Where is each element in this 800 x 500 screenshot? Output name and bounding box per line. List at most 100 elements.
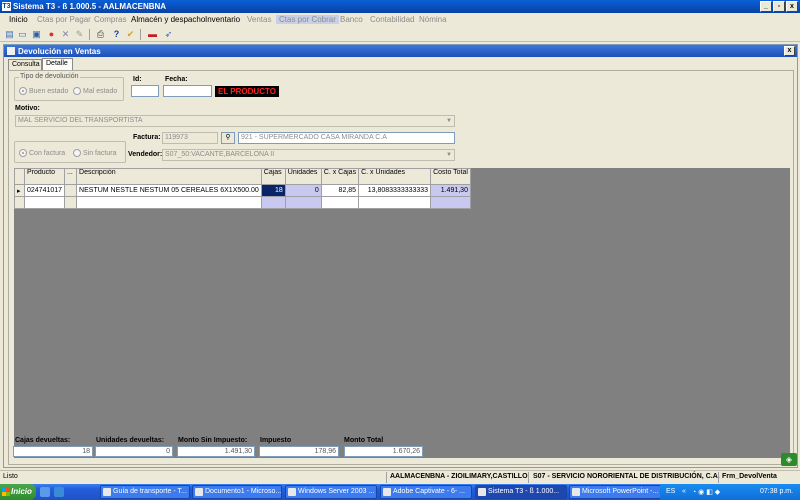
clock[interactable]: 07:38 p.m.	[760, 488, 793, 495]
table-row[interactable]: ▸ 024741017 NESTUM NESTLE NESTUM 05 CERE…	[14, 184, 471, 197]
menu-nomina[interactable]: Nómina	[419, 15, 447, 24]
radio-con-factura[interactable]: Con factura	[19, 149, 65, 157]
col-c-unidades[interactable]: C. x Unidades	[358, 168, 432, 185]
grid-corner	[14, 168, 25, 185]
status-bar: Listo AALMACENBNA - ZIOILIMARY,CASTILLO …	[0, 470, 800, 483]
app-icon: T3	[2, 2, 11, 11]
factura-input[interactable]: 119973	[162, 132, 218, 144]
col-costo-total[interactable]: Costo Total	[430, 168, 471, 185]
start-label: Inicio	[11, 487, 32, 496]
tray-icons[interactable]: ◔ ◉ ◧ ◆	[692, 488, 720, 496]
table-row[interactable]	[14, 196, 471, 209]
cell-producto[interactable]: 024741017	[23, 184, 66, 197]
impuesto-value: 178,96	[259, 446, 339, 457]
cell-producto[interactable]	[23, 196, 66, 209]
menu-contabilidad[interactable]: Contabilidad	[370, 15, 414, 24]
menu-compras[interactable]: Compras	[94, 15, 126, 24]
dash-icon[interactable]: ▬	[147, 29, 158, 40]
binoculars-icon[interactable]: ⚲	[221, 132, 235, 144]
vendedor-value: S07_50:VACANTE,BARCELONA II	[165, 151, 275, 158]
cell-c-cajas[interactable]: 82,85	[320, 184, 360, 197]
vendedor-select[interactable]: S07_50:VACANTE,BARCELONA II ▼	[162, 149, 455, 161]
delete-icon[interactable]: ✕	[60, 29, 71, 40]
menu-inventario[interactable]: Inventario	[205, 15, 240, 24]
row-marker: ▸	[14, 184, 25, 197]
col-producto[interactable]: Producto	[23, 168, 66, 185]
detail-grid-area: Producto ... Descripción Cajas Unidades …	[14, 168, 790, 458]
rocket-icon[interactable]: ➶	[163, 29, 174, 40]
chevron-down-icon[interactable]: ▼	[445, 151, 453, 159]
window-title: Sistema T3 - ß 1.000.5 - AALMACENBNA	[13, 2, 167, 11]
cliente-input[interactable]: 921 - SUPERMERCADO CASA MIRANDA C.A	[238, 132, 455, 144]
record-icon[interactable]: ●	[46, 29, 57, 40]
radio-mal-estado[interactable]: Mal estado	[73, 87, 117, 95]
col-cajas[interactable]: Cajas	[260, 168, 286, 185]
print-icon[interactable]: ⎙	[95, 29, 106, 40]
task-windows-server[interactable]: Windows Server 2003 ...	[285, 485, 377, 499]
cell-cajas[interactable]: 18	[260, 184, 286, 197]
ie-icon[interactable]	[54, 487, 64, 497]
status-text: Listo	[3, 473, 18, 480]
cell-descripcion[interactable]	[76, 196, 262, 209]
col-c-cajas[interactable]: C. x Cajas	[320, 168, 360, 185]
task-documento1[interactable]: Documento1 - Microso...	[192, 485, 282, 499]
tray-expand-icon[interactable]: «	[682, 488, 686, 495]
cell-c-unidades[interactable]	[358, 196, 432, 209]
cell-unidades[interactable]	[284, 196, 322, 209]
lookup-button[interactable]	[64, 196, 78, 209]
unidades-devueltas-label: Unidades devueltas:	[96, 437, 165, 444]
help-icon[interactable]: ?	[111, 29, 122, 40]
new-doc-icon[interactable]: ▤	[4, 29, 15, 40]
menu-ctas-por-cobrar[interactable]: Ctas por Cobrar	[276, 15, 339, 24]
edit-icon[interactable]: ✎	[74, 29, 85, 40]
cell-unidades[interactable]: 0	[284, 184, 322, 197]
col-unidades[interactable]: Unidades	[284, 168, 322, 185]
fecha-input[interactable]	[163, 85, 212, 97]
chevron-down-icon[interactable]: ▼	[445, 117, 453, 125]
tab-detalle[interactable]: Detalle	[42, 58, 73, 70]
show-desktop-icon[interactable]	[40, 487, 50, 497]
cell-c-cajas[interactable]	[320, 196, 360, 209]
radio-label: Con factura	[29, 149, 66, 157]
child-titlebar: Devolución en Ventas x	[4, 45, 797, 57]
alert-label: EL PRODUCTO	[215, 86, 279, 97]
cajas-devueltas-label: Cajas devueltas:	[15, 437, 71, 444]
col-descripcion[interactable]: Descripción	[76, 168, 262, 185]
motivo-select[interactable]: MAL SERVICIO DEL TRANSPORTISTA ▼	[15, 115, 455, 127]
child-close-button[interactable]: x	[784, 46, 795, 56]
system-tray: ES « ◔ ◉ ◧ ◆ 07:38 p.m.	[660, 484, 800, 500]
open-icon[interactable]: ▭	[17, 29, 28, 40]
tab-consulta[interactable]: Consulta	[8, 59, 42, 70]
menu-ventas[interactable]: Ventas	[247, 15, 271, 24]
devolucion-window: Devolución en Ventas x Consulta Detalle …	[3, 44, 798, 468]
lookup-button[interactable]	[64, 184, 78, 197]
minimize-button[interactable]: _	[760, 1, 772, 12]
save-icon[interactable]: ▣	[31, 29, 42, 40]
cell-c-unidades[interactable]: 13,8083333333333	[358, 184, 432, 197]
close-button[interactable]: x	[786, 1, 798, 12]
radio-sin-factura[interactable]: Sin factura	[73, 149, 116, 157]
filter-icon[interactable]: ✔	[125, 29, 136, 40]
task-icon	[195, 488, 203, 496]
language-indicator[interactable]: ES	[666, 488, 675, 495]
cell-cajas[interactable]	[260, 196, 286, 209]
cell-costo-total[interactable]	[430, 196, 471, 209]
col-lookup[interactable]: ...	[64, 168, 78, 185]
task-powerpoint[interactable]: Microsoft PowerPoint -...	[569, 485, 661, 499]
start-button[interactable]: Inicio	[0, 484, 36, 500]
task-adobe-captivate[interactable]: Adobe Captivate - 6- ...	[380, 485, 472, 499]
status-divider	[528, 472, 529, 483]
exit-icon[interactable]: ◈	[781, 453, 797, 466]
menu-inicio[interactable]: Inicio	[9, 15, 28, 24]
menu-banco[interactable]: Banco	[340, 15, 363, 24]
cell-descripcion[interactable]: NESTUM NESTLE NESTUM 05 CEREALES 6X1X500…	[76, 184, 262, 197]
vendedor-label: Vendedor:	[128, 151, 163, 158]
menu-almacen-despacho[interactable]: Almacén y despacho	[131, 15, 205, 24]
task-sistema-t3[interactable]: Sistema T3 - ß 1.000...	[475, 485, 567, 499]
cell-costo-total[interactable]: 1.491,30	[430, 184, 471, 197]
radio-buen-estado[interactable]: Buen estado	[19, 87, 68, 95]
restore-button[interactable]: ▫	[773, 1, 785, 12]
task-guia-transporte[interactable]: Guía de transporte - T...	[100, 485, 190, 499]
id-input[interactable]	[131, 85, 159, 97]
menu-ctas-por-pagar[interactable]: Ctas por Pagar	[37, 15, 91, 24]
